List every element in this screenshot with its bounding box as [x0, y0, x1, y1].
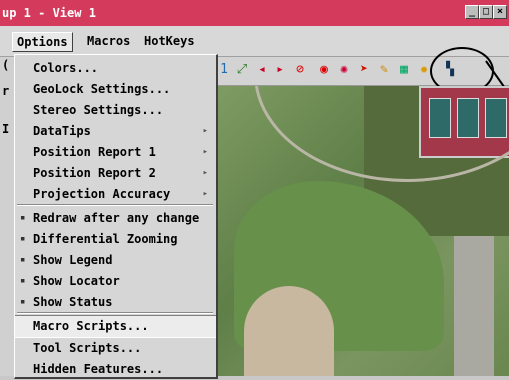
menu-options[interactable]: Options [12, 32, 73, 52]
menu-separator [17, 312, 213, 314]
menu-item-label: Show Legend [33, 253, 113, 267]
options-dropdown: Colors... GeoLock Settings... Stereo Setti… [14, 54, 218, 379]
menu-item-label: Projection Accuracy [33, 187, 171, 201]
title-bar: up 1 - View 1 _ □ × [0, 0, 509, 26]
left-fragment: ( [2, 58, 10, 72]
menu-item-label: Stereo Settings... [33, 103, 164, 117]
menu-separator [17, 204, 213, 206]
submenu-arrow-icon: ▸ [202, 189, 208, 199]
draw-icon[interactable]: ✎ [376, 62, 392, 78]
measure-icon[interactable]: ⤢ [234, 62, 250, 78]
menu-item-show-status[interactable]: ▪ Show Status [15, 292, 216, 313]
menu-item-label: Redraw after any change [33, 211, 200, 225]
menu-item-label: Hidden Features... [33, 362, 164, 376]
no-icon[interactable]: ⊘ [292, 62, 308, 78]
maximize-icon[interactable]: □ [479, 5, 493, 19]
toggle-indicator-icon[interactable]: ▪ [20, 229, 25, 250]
menu-item-label: Position Report 1 [33, 145, 156, 159]
menu-item-redraw-after-any-change[interactable]: ▪ Redraw after any change [15, 208, 216, 229]
menu-macros[interactable]: Macros [83, 32, 134, 50]
minimize-icon[interactable]: _ [465, 5, 479, 19]
menu-item-tool-scripts[interactable]: Tool Scripts... [15, 338, 216, 359]
menu-item-label: Tool Scripts... [33, 341, 142, 355]
menu-item-label: Show Status [33, 295, 113, 309]
menu-item-label: DataTips [33, 124, 91, 138]
toggle-indicator-icon[interactable]: ▪ [20, 250, 25, 271]
menu-item-label: Position Report 2 [33, 166, 156, 180]
menu-item-datatips[interactable]: DataTips ▸ [15, 121, 216, 142]
menu-item-differential-zooming[interactable]: ▪ Differential Zooming [15, 229, 216, 250]
close-icon[interactable]: × [493, 5, 507, 19]
zoom-icon[interactable]: ◉ [316, 62, 332, 78]
pointer-icon[interactable]: ➤ [356, 62, 372, 78]
toggle-indicator-icon[interactable]: ▪ [20, 292, 25, 313]
submenu-arrow-icon: ▸ [202, 126, 208, 136]
menu-item-show-legend[interactable]: ▪ Show Legend [15, 250, 216, 271]
menu-item-label: Macro Scripts... [33, 319, 149, 333]
menu-item-label: Colors... [33, 61, 99, 75]
window-title: up 1 - View 1 [2, 6, 96, 20]
menu-item-colors[interactable]: Colors... [15, 58, 216, 79]
road [454, 236, 494, 376]
menu-hotkeys[interactable]: HotKeys [140, 32, 199, 50]
menu-item-geolock-settings[interactable]: GeoLock Settings... [15, 79, 216, 100]
menu-item-stereo-settings[interactable]: Stereo Settings... [15, 100, 216, 121]
arrows-right-icon[interactable]: ▸ [272, 62, 288, 78]
menu-item-show-locator[interactable]: ▪ Show Locator [15, 271, 216, 292]
menu-item-label: GeoLock Settings... [33, 82, 171, 96]
submenu-arrow-icon: ▸ [202, 147, 208, 157]
target-icon[interactable]: ✺ [336, 62, 352, 78]
infield [244, 286, 334, 376]
menu-item-position-report-1[interactable]: Position Report 1 ▸ [15, 142, 216, 163]
toggle-indicator-icon[interactable]: ▪ [20, 208, 25, 229]
menu-item-label: Differential Zooming [33, 232, 178, 246]
toggle-indicator-icon[interactable]: ▪ [20, 271, 25, 292]
zoom-level-1-icon[interactable]: 1 [216, 62, 232, 78]
menu-item-macro-scripts[interactable]: Macro Scripts... [15, 315, 216, 338]
menu-item-projection-accuracy[interactable]: Projection Accuracy ▸ [15, 184, 216, 205]
arrows-icon[interactable]: ◂ [254, 62, 270, 78]
menu-bar: Options Macros HotKeys [0, 26, 509, 57]
layers-icon[interactable]: ▦ [396, 62, 412, 78]
submenu-arrow-icon: ▸ [202, 168, 208, 178]
menu-item-label: Show Locator [33, 274, 120, 288]
menu-item-position-report-2[interactable]: Position Report 2 ▸ [15, 163, 216, 184]
left-fragment: r [2, 84, 10, 98]
menu-item-hidden-features[interactable]: Hidden Features... [15, 359, 216, 380]
map-view[interactable] [214, 86, 509, 376]
left-fragment: I [2, 122, 10, 136]
